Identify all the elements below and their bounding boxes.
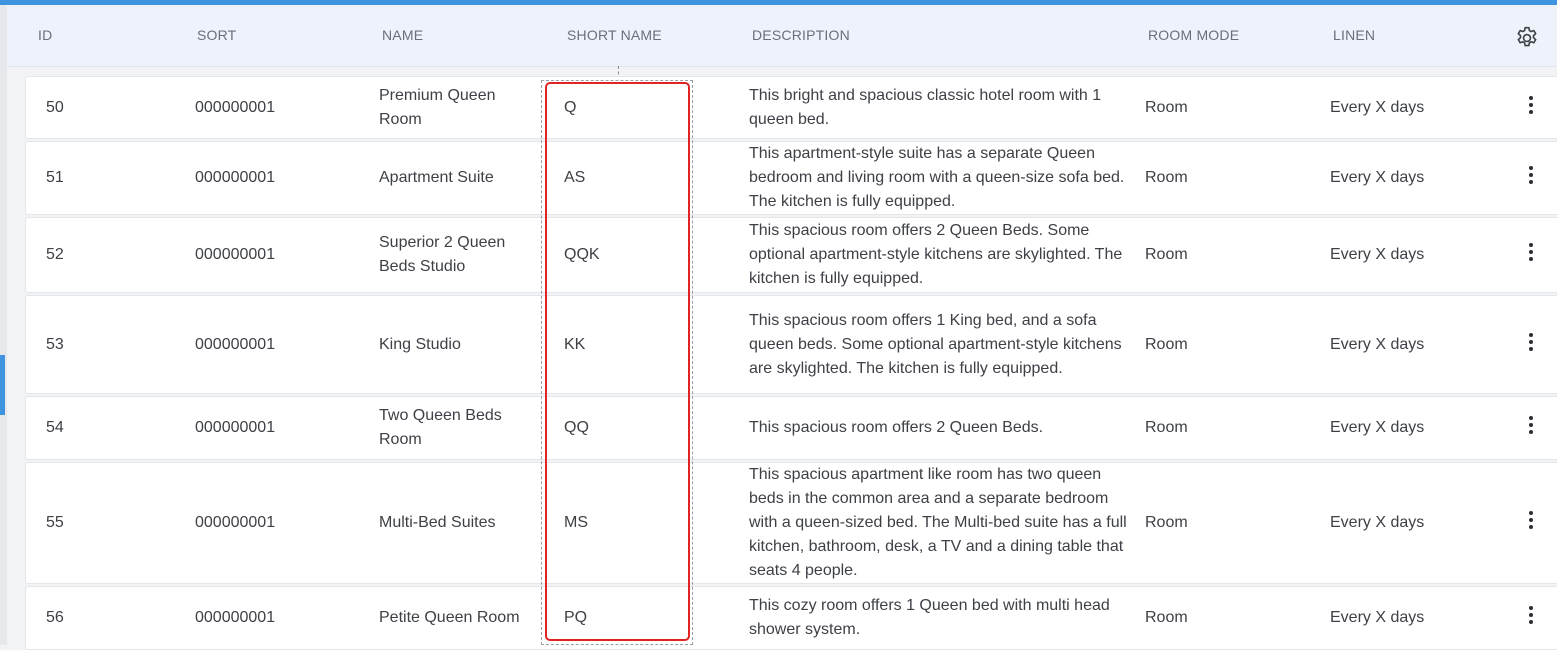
cell-name: Petite Queen Room [379, 609, 520, 626]
cell-name: King Studio [379, 335, 461, 353]
cell-sort: 000000001 [195, 246, 276, 263]
cell-room-mode: Room [1145, 609, 1188, 626]
cell-id: 52 [46, 246, 64, 263]
cell-sort: 000000001 [195, 609, 276, 626]
cell-short-name: KK [564, 335, 586, 353]
cell-short-name: QQ [564, 419, 589, 436]
column-header-sort[interactable]: SORT [197, 27, 236, 43]
more-options-icon[interactable] [1521, 416, 1541, 440]
table-row[interactable]: 50 000000001 Premium Queen Room Q This b… [25, 76, 1557, 139]
table-row[interactable]: 53 000000001 King Studio KK This spaciou… [25, 295, 1557, 394]
table-row[interactable]: 52 000000001 Superior 2 Queen Beds Studi… [25, 217, 1557, 293]
cell-name: Superior 2 Queen Beds Studio [379, 234, 506, 275]
cell-id: 53 [46, 335, 64, 353]
cell-name: Multi-Bed Suites [379, 514, 496, 531]
more-options-icon[interactable] [1521, 166, 1541, 190]
table-row[interactable]: 54 000000001 Two Queen Beds Room QQ This… [25, 396, 1557, 460]
more-options-icon[interactable] [1521, 243, 1541, 267]
cell-linen: Every X days [1330, 335, 1425, 353]
table-row[interactable]: 56 000000001 Petite Queen Room PQ This c… [25, 586, 1557, 650]
cell-name: Two Queen Beds Room [379, 407, 502, 448]
more-options-icon[interactable] [1521, 332, 1541, 357]
cell-linen: Every X days [1330, 246, 1425, 263]
table-header: ID SORT NAME SHORT NAME DESCRIPTION ROOM… [7, 5, 1557, 67]
cell-room-mode: Room [1145, 169, 1188, 186]
left-active-indicator [0, 355, 5, 415]
cell-room-mode: Room [1145, 335, 1188, 353]
cell-linen: Every X days [1330, 169, 1425, 186]
cell-sort: 000000001 [195, 335, 276, 353]
cell-id: 56 [46, 609, 64, 626]
cell-description: This spacious room offers 2 Queen Beds. … [749, 222, 1123, 287]
table-row[interactable]: 55 000000001 Multi-Bed Suites MS This sp… [25, 462, 1557, 584]
cell-description: This spacious room offers 2 Queen Beds. [749, 419, 1044, 436]
more-options-icon[interactable] [1521, 95, 1541, 120]
cell-sort: 000000001 [195, 169, 276, 186]
cell-id: 55 [46, 514, 64, 531]
cell-description: This spacious apartment like room has tw… [749, 466, 1127, 579]
cell-room-mode: Room [1145, 246, 1188, 263]
cell-short-name: Q [564, 98, 577, 116]
table-row[interactable]: 51 000000001 Apartment Suite AS This apa… [25, 141, 1557, 215]
cell-room-mode: Room [1145, 98, 1188, 116]
cell-name: Apartment Suite [379, 169, 494, 186]
cell-sort: 000000001 [195, 514, 276, 531]
column-header-linen[interactable]: LINEN [1333, 27, 1375, 43]
cell-description: This cozy room offers 1 Queen bed with m… [749, 597, 1110, 638]
more-options-icon[interactable] [1521, 606, 1541, 630]
cell-room-mode: Room [1145, 419, 1188, 436]
cell-linen: Every X days [1330, 609, 1425, 626]
left-panel-edge [0, 5, 7, 645]
column-header-name[interactable]: NAME [382, 27, 423, 43]
cell-short-name: QQK [564, 246, 600, 263]
column-header-short-name[interactable]: SHORT NAME [567, 27, 662, 43]
cell-id: 50 [46, 98, 64, 116]
more-options-icon[interactable] [1521, 511, 1541, 535]
column-header-description[interactable]: DESCRIPTION [752, 27, 850, 43]
cell-sort: 000000001 [195, 419, 276, 436]
cell-description: This bright and spacious classic hotel r… [749, 86, 1102, 128]
cell-description: This apartment-style suite has a separat… [749, 145, 1125, 210]
cell-short-name: PQ [564, 609, 588, 626]
cell-short-name: AS [564, 169, 586, 186]
cell-linen: Every X days [1330, 98, 1425, 116]
cell-description: This spacious room offers 1 King bed, an… [749, 311, 1122, 377]
column-header-id[interactable]: ID [38, 27, 52, 43]
column-header-room-mode[interactable]: ROOM MODE [1148, 27, 1239, 43]
cell-id: 54 [46, 419, 64, 436]
cell-linen: Every X days [1330, 514, 1425, 531]
cell-linen: Every X days [1330, 419, 1425, 436]
cell-short-name: MS [564, 514, 588, 531]
cell-name: Premium Queen Room [379, 86, 496, 128]
cell-room-mode: Room [1145, 514, 1188, 531]
cell-id: 51 [46, 169, 64, 186]
gear-icon[interactable] [1514, 25, 1540, 51]
cell-sort: 000000001 [195, 98, 276, 116]
